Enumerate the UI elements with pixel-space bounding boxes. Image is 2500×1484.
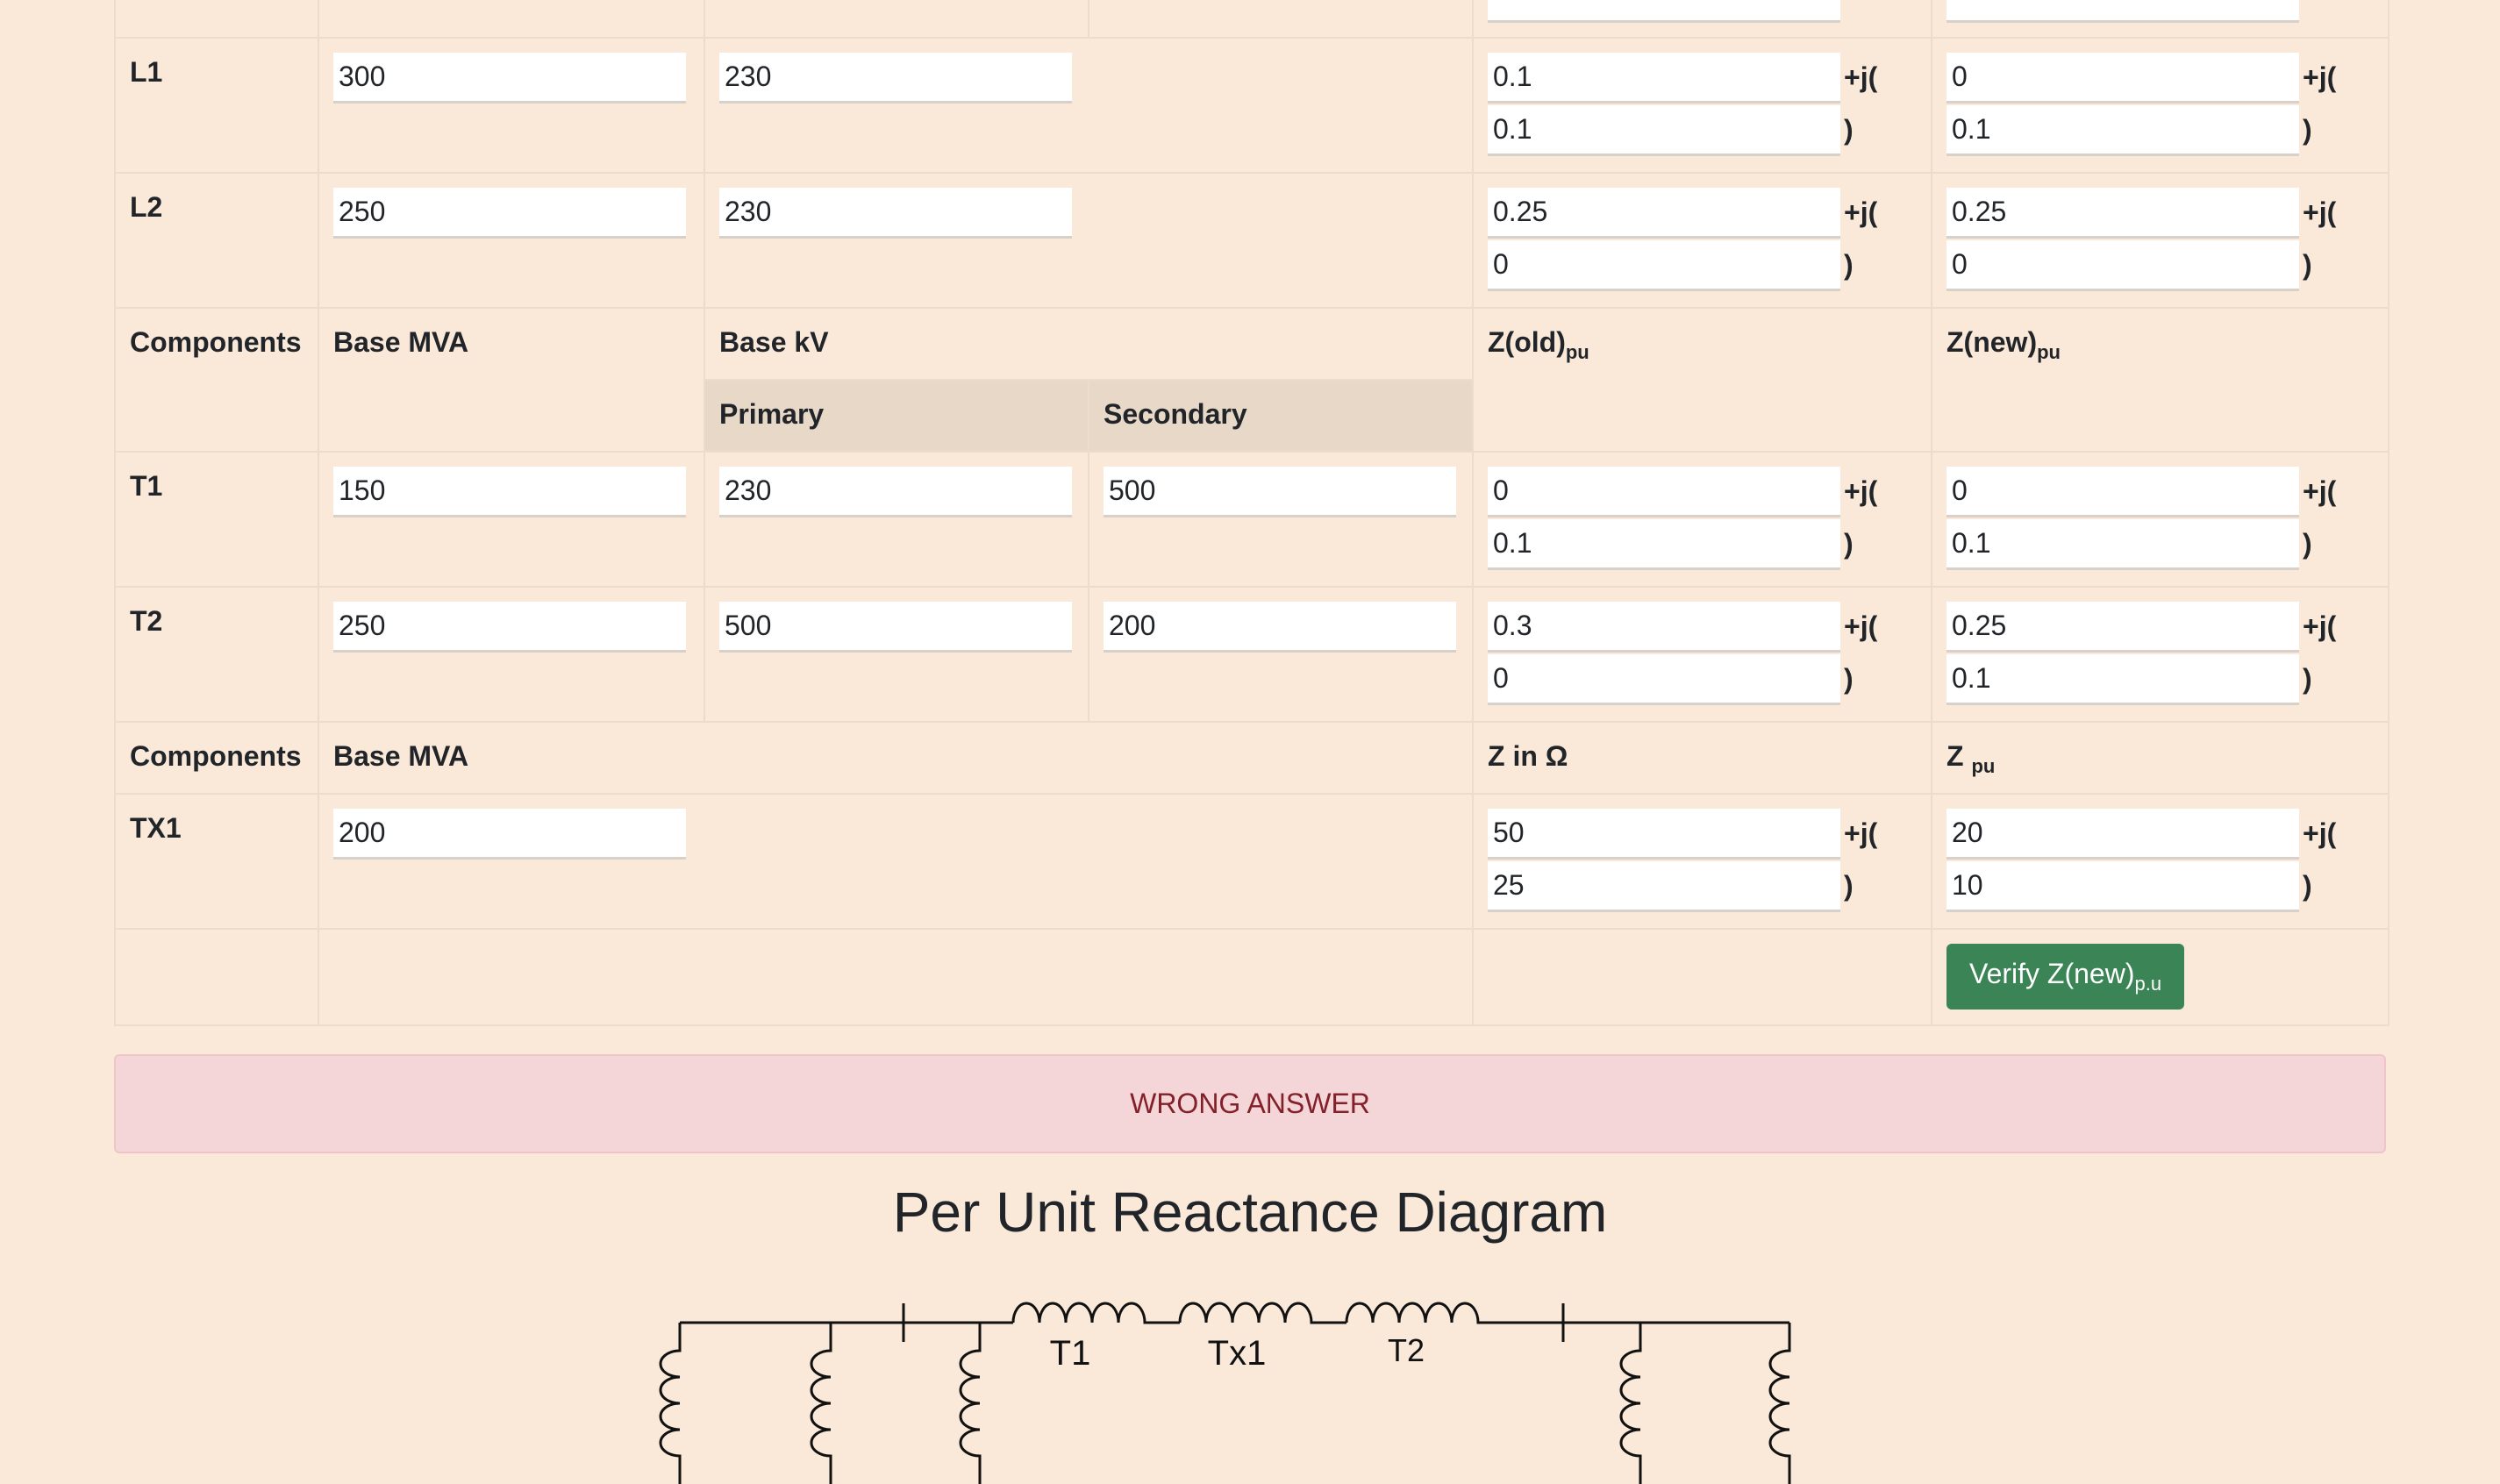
t1-label: T1 bbox=[1050, 1334, 1091, 1373]
table-row-partial bbox=[114, 0, 2389, 39]
header-base-mva: Base MVA bbox=[318, 307, 705, 453]
base-kv-input[interactable] bbox=[719, 188, 1072, 239]
table-row-tx1: TX1 +j( ) +j( ) bbox=[114, 793, 2389, 930]
shunt-coil-1 bbox=[659, 1323, 682, 1484]
table-row-t1: T1 +j( ) +j( ) bbox=[114, 451, 2389, 588]
z-new-imag-input[interactable] bbox=[1946, 654, 2299, 705]
plus-j-label: +j( bbox=[1844, 610, 1878, 642]
plus-j-label: +j( bbox=[1844, 817, 1878, 849]
close-paren-label: ) bbox=[2303, 663, 2312, 695]
impedance-table-section: L1 +j( ) +j( ) L2 +j( ) +j( ) Components… bbox=[114, 0, 2389, 1026]
shunt-coil-4 bbox=[1619, 1323, 1642, 1484]
close-paren-label: ) bbox=[2303, 114, 2312, 146]
plus-j-label: +j( bbox=[2303, 610, 2337, 642]
transformer-header-row: Components Base MVA Base kV Z(old)pu Z(n… bbox=[114, 307, 2389, 453]
header-components: Components bbox=[114, 307, 319, 453]
z-new-real-input[interactable] bbox=[1946, 188, 2299, 239]
header-secondary: Secondary bbox=[1088, 379, 1474, 453]
z-ohm-imag-input[interactable] bbox=[1488, 861, 1840, 912]
plus-j-label: +j( bbox=[2303, 196, 2337, 228]
plus-j-label: +j( bbox=[1844, 475, 1878, 507]
primary-kv-input[interactable] bbox=[719, 602, 1072, 653]
plus-j-label: +j( bbox=[2303, 61, 2337, 93]
verify-button[interactable]: Verify Z(new)p.u bbox=[1946, 944, 2185, 1010]
close-paren-label: ) bbox=[1844, 114, 1854, 146]
reactance-diagram: T1 Tx1 T2 bbox=[659, 1302, 1791, 1484]
plus-j-label: +j( bbox=[1844, 61, 1878, 93]
header-components: Components bbox=[114, 721, 319, 795]
header-z-ohm: Z in Ω bbox=[1472, 721, 1932, 795]
plus-j-label: +j( bbox=[1844, 196, 1878, 228]
t1-coil bbox=[1011, 1302, 1180, 1324]
table-row-l1: L1 +j( ) +j( ) bbox=[114, 37, 2389, 174]
z-old-real-input[interactable] bbox=[1488, 467, 1840, 517]
component-name: T2 bbox=[114, 586, 319, 723]
z-pu-imag-input[interactable] bbox=[1946, 861, 2299, 912]
wrong-answer-alert: WRONG ANSWER bbox=[114, 1054, 2386, 1153]
header-z-new: Z(new)pu bbox=[1931, 307, 2389, 453]
shunt-coil-3 bbox=[959, 1323, 982, 1484]
diagram-title: Per Unit Reactance Diagram bbox=[892, 1181, 1608, 1244]
primary-kv-input[interactable] bbox=[719, 467, 1072, 517]
base-kv-input[interactable] bbox=[719, 53, 1072, 103]
close-paren-label: ) bbox=[2303, 528, 2312, 560]
close-paren-label: ) bbox=[1844, 249, 1854, 281]
z-new-real-input[interactable] bbox=[1946, 602, 2299, 653]
component-name: L1 bbox=[114, 37, 319, 174]
z-pu-real-input[interactable] bbox=[1946, 809, 2299, 860]
line-header-row: Components Base MVA Z in Ω Z pu bbox=[114, 721, 2389, 795]
shunt-coil-2 bbox=[810, 1323, 832, 1484]
header-base-kv: Base kV bbox=[704, 307, 1474, 381]
impedance-table: L1 +j( ) +j( ) L2 +j( ) +j( ) Components… bbox=[114, 0, 2389, 1026]
z-new-imag-input[interactable] bbox=[1946, 519, 2299, 570]
t2-label: T2 bbox=[1388, 1332, 1425, 1368]
z-ohm-real-input[interactable] bbox=[1488, 809, 1840, 860]
table-row-l2: L2 +j( ) +j( ) bbox=[114, 172, 2389, 309]
component-name: T1 bbox=[114, 451, 319, 588]
base-mva-input[interactable] bbox=[333, 602, 686, 653]
z-old-imag-input[interactable] bbox=[1488, 519, 1840, 570]
z-old-real-input[interactable] bbox=[1488, 53, 1840, 103]
component-name: TX1 bbox=[114, 793, 319, 930]
header-base-mva: Base MVA bbox=[318, 721, 1474, 795]
base-mva-input[interactable] bbox=[333, 188, 686, 239]
z-new-imag-input[interactable] bbox=[1946, 240, 2299, 291]
secondary-kv-input[interactable] bbox=[1104, 602, 1456, 653]
base-mva-input[interactable] bbox=[333, 53, 686, 103]
component-name: L2 bbox=[114, 172, 319, 309]
close-paren-label: ) bbox=[1844, 663, 1854, 695]
close-paren-label: ) bbox=[1844, 528, 1854, 560]
z-new-real-input[interactable] bbox=[1946, 467, 2299, 517]
base-mva-input[interactable] bbox=[333, 467, 686, 517]
table-row-t2: T2 +j( ) +j( ) bbox=[114, 586, 2389, 723]
base-mva-input[interactable] bbox=[333, 809, 686, 860]
z-old-imag-input[interactable] bbox=[1488, 240, 1840, 291]
header-z-pu: Z pu bbox=[1931, 721, 2389, 795]
partial-input[interactable] bbox=[1488, 0, 1840, 23]
z-old-real-input[interactable] bbox=[1488, 602, 1840, 653]
close-paren-label: ) bbox=[2303, 249, 2312, 281]
plus-j-label: +j( bbox=[2303, 475, 2337, 507]
z-new-real-input[interactable] bbox=[1946, 53, 2299, 103]
header-z-old: Z(old)pu bbox=[1472, 307, 1932, 453]
z-old-imag-input[interactable] bbox=[1488, 105, 1840, 156]
shunt-coil-5 bbox=[1768, 1323, 1791, 1484]
t2-coil bbox=[1345, 1302, 1482, 1324]
header-primary: Primary bbox=[704, 379, 1089, 453]
tx1-coil bbox=[1178, 1302, 1346, 1324]
partial-input[interactable] bbox=[1946, 0, 2299, 23]
z-old-imag-input[interactable] bbox=[1488, 654, 1840, 705]
tx1-label: Tx1 bbox=[1208, 1334, 1267, 1373]
close-paren-label: ) bbox=[2303, 870, 2312, 902]
close-paren-label: ) bbox=[1844, 870, 1854, 902]
plus-j-label: +j( bbox=[2303, 817, 2337, 849]
secondary-kv-input[interactable] bbox=[1104, 467, 1456, 517]
verify-row: Verify Z(new)p.u bbox=[114, 928, 2389, 1026]
z-new-imag-input[interactable] bbox=[1946, 105, 2299, 156]
z-old-real-input[interactable] bbox=[1488, 188, 1840, 239]
